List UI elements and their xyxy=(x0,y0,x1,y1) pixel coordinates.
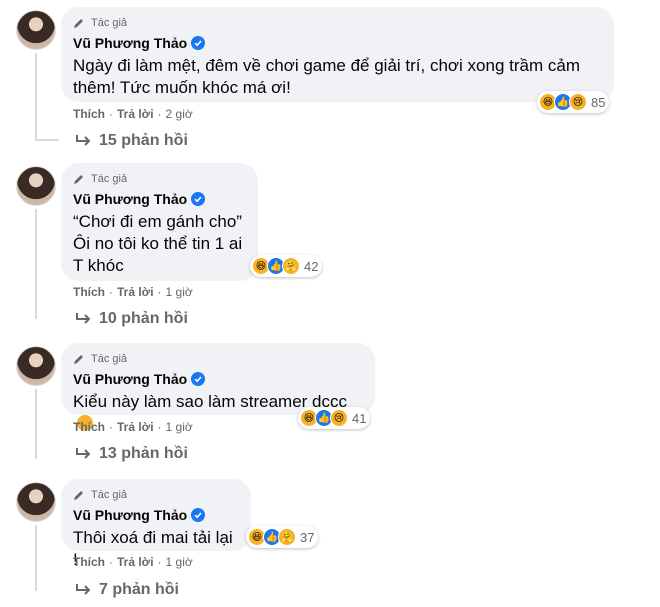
verified-icon xyxy=(191,36,206,50)
author-name[interactable]: Vũ Phương Thảo xyxy=(73,506,239,524)
author-name[interactable]: Vũ Phương Thảo xyxy=(73,34,602,52)
comment-text: “Chơi đi em gánh cho” Ôi no tôi ko thể t… xyxy=(73,211,246,277)
comment-bubble: Tác giả Vũ Phương Thảo “Chơi đi em gánh … xyxy=(61,163,258,281)
thread-line xyxy=(35,389,37,459)
like-button[interactable]: Thích xyxy=(73,285,105,299)
comment-bubble: Tác giả Vũ Phương Thảo Thôi xoá đi mai t… xyxy=(61,479,251,569)
comment-line: thêm! Tức muốn khóc má ơi! xyxy=(73,78,291,97)
thread-line xyxy=(35,525,37,591)
pen-icon xyxy=(74,490,83,500)
avatar[interactable] xyxy=(16,166,56,206)
reply-button[interactable]: Trả lời xyxy=(117,555,154,569)
comment-bubble: Tác giả Vũ Phương Thảo Ngày đi làm mệt, … xyxy=(61,7,614,102)
comment-actions: Thích · Trả lời · 1 giờ xyxy=(73,555,193,569)
care-icon: 🤗 xyxy=(282,257,300,275)
reply-button[interactable]: Trả lời xyxy=(117,285,154,299)
comment-actions: Thích · Trả lời · 1 giờ xyxy=(73,420,193,434)
reply-arrow-icon xyxy=(76,313,91,324)
sad-icon: 😢 xyxy=(330,409,348,427)
comment: Tác giả Vũ Phương Thảo Kiểu này làm sao … xyxy=(0,343,660,473)
comment-line: Ngày đi làm mệt, đêm về chơi game để giả… xyxy=(73,56,580,75)
reaction-summary[interactable]: 😆 👍 😢 41 xyxy=(298,407,371,429)
comment: Tác giả Vũ Phương Thảo Thôi xoá đi mai t… xyxy=(0,479,660,607)
comment: Tác giả Vũ Phương Thảo “Chơi đi em gánh … xyxy=(0,163,660,333)
view-replies-button[interactable]: 10 phản hồi xyxy=(75,310,188,328)
separator: · xyxy=(109,555,113,569)
reaction-count: 42 xyxy=(304,258,319,274)
author-name-text[interactable]: Vũ Phương Thảo xyxy=(73,371,187,387)
reply-button[interactable]: Trả lời xyxy=(117,420,154,434)
badge-label: Tác giả xyxy=(91,488,128,501)
separator: · xyxy=(157,107,162,121)
comment-actions: Thích · Trả lời · 1 giờ xyxy=(73,285,193,299)
comment-line: “Chơi đi em gánh cho” xyxy=(73,212,242,231)
view-replies-button[interactable]: 15 phản hồi xyxy=(75,132,188,150)
reaction-summary[interactable]: 😆 👍 🤗 42 xyxy=(250,255,323,277)
replies-label[interactable]: 13 phản hồi xyxy=(99,445,188,463)
like-button[interactable]: Thích xyxy=(73,555,105,569)
like-button[interactable]: Thích xyxy=(73,107,105,121)
author-badge: Tác giả xyxy=(73,351,363,366)
verified-icon xyxy=(191,508,206,522)
pen-icon xyxy=(74,354,83,364)
care-icon: 🤗 xyxy=(278,528,296,546)
view-replies-button[interactable]: 13 phản hồi xyxy=(75,445,188,463)
comment-actions: Thích · Trả lời · 2 giờ xyxy=(73,107,193,121)
separator: · xyxy=(109,285,113,299)
reaction-summary[interactable]: 😆 👍 🤗 37 xyxy=(246,526,319,548)
reply-arrow-icon xyxy=(76,584,91,595)
replies-label[interactable]: 7 phản hồi xyxy=(99,581,179,599)
timestamp[interactable]: 1 giờ xyxy=(166,420,193,434)
timestamp[interactable]: 2 giờ xyxy=(166,107,193,121)
verified-icon xyxy=(191,372,206,386)
separator: · xyxy=(157,285,162,299)
reply-button[interactable]: Trả lời xyxy=(117,107,154,121)
author-name-text[interactable]: Vũ Phương Thảo xyxy=(73,507,187,523)
author-name[interactable]: Vũ Phương Thảo xyxy=(73,370,363,388)
avatar[interactable] xyxy=(16,346,56,386)
replies-label[interactable]: 10 phản hồi xyxy=(99,310,188,328)
reaction-count: 85 xyxy=(591,94,606,110)
sad-icon: 😢 xyxy=(569,93,587,111)
author-name-text[interactable]: Vũ Phương Thảo xyxy=(73,35,187,51)
like-button[interactable]: Thích xyxy=(73,420,105,434)
comment-line: Ôi no tôi ko thể tin 1 ai xyxy=(73,234,243,253)
pen-icon xyxy=(74,174,83,184)
separator: · xyxy=(157,555,162,569)
reply-arrow-icon xyxy=(76,135,91,146)
reply-arrow-icon xyxy=(76,448,91,459)
comment-line: T khóc xyxy=(73,256,124,275)
author-badge: Tác giả xyxy=(73,487,239,502)
thread-line xyxy=(35,209,37,319)
avatar[interactable] xyxy=(16,482,56,522)
timestamp[interactable]: 1 giờ xyxy=(166,285,193,299)
reaction-summary[interactable]: 😆 👍 😢 85 xyxy=(537,91,610,113)
comment: Tác giả Vũ Phương Thảo Ngày đi làm mệt, … xyxy=(0,7,660,157)
timestamp[interactable]: 1 giờ xyxy=(166,555,193,569)
badge-label: Tác giả xyxy=(91,172,128,185)
thread-line xyxy=(35,53,37,139)
separator: · xyxy=(109,107,113,121)
author-name[interactable]: Vũ Phương Thảo xyxy=(73,190,246,208)
thread-line xyxy=(35,139,59,141)
author-badge: Tác giả xyxy=(73,171,246,186)
comment-text: Ngày đi làm mệt, đêm về chơi game để giả… xyxy=(73,55,602,99)
replies-label[interactable]: 15 phản hồi xyxy=(99,132,188,150)
separator: · xyxy=(109,420,113,434)
comment-bubble: Tác giả Vũ Phương Thảo Kiểu này làm sao … xyxy=(61,343,375,431)
badge-label: Tác giả xyxy=(91,352,128,365)
avatar[interactable] xyxy=(16,10,56,50)
separator: · xyxy=(157,420,162,434)
view-replies-button[interactable]: 7 phản hồi xyxy=(75,581,179,599)
author-badge: Tác giả xyxy=(73,15,602,30)
pen-icon xyxy=(74,18,83,28)
badge-label: Tác giả xyxy=(91,16,128,29)
verified-icon xyxy=(191,192,206,206)
author-name-text[interactable]: Vũ Phương Thảo xyxy=(73,191,187,207)
reaction-count: 41 xyxy=(352,410,367,426)
reaction-count: 37 xyxy=(300,529,315,545)
